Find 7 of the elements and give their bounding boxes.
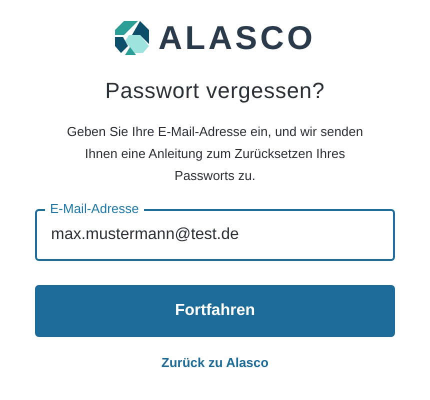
back-link[interactable]: Zurück zu Alasco [161,355,269,370]
logo-icon [114,20,150,56]
field-label: E-Mail-Adresse [45,201,144,216]
continue-button[interactable]: Fortfahren [35,285,395,337]
description-text: Geben Sie Ihre E-Mail-Adresse ein, und wir senden Ihnen eine Anleitung zum Zurücksetzen Ihres Passworts zu. [66,123,364,185]
logo-text: ALASCO [158,19,316,57]
page-title: Passwort vergessen? [105,77,325,105]
